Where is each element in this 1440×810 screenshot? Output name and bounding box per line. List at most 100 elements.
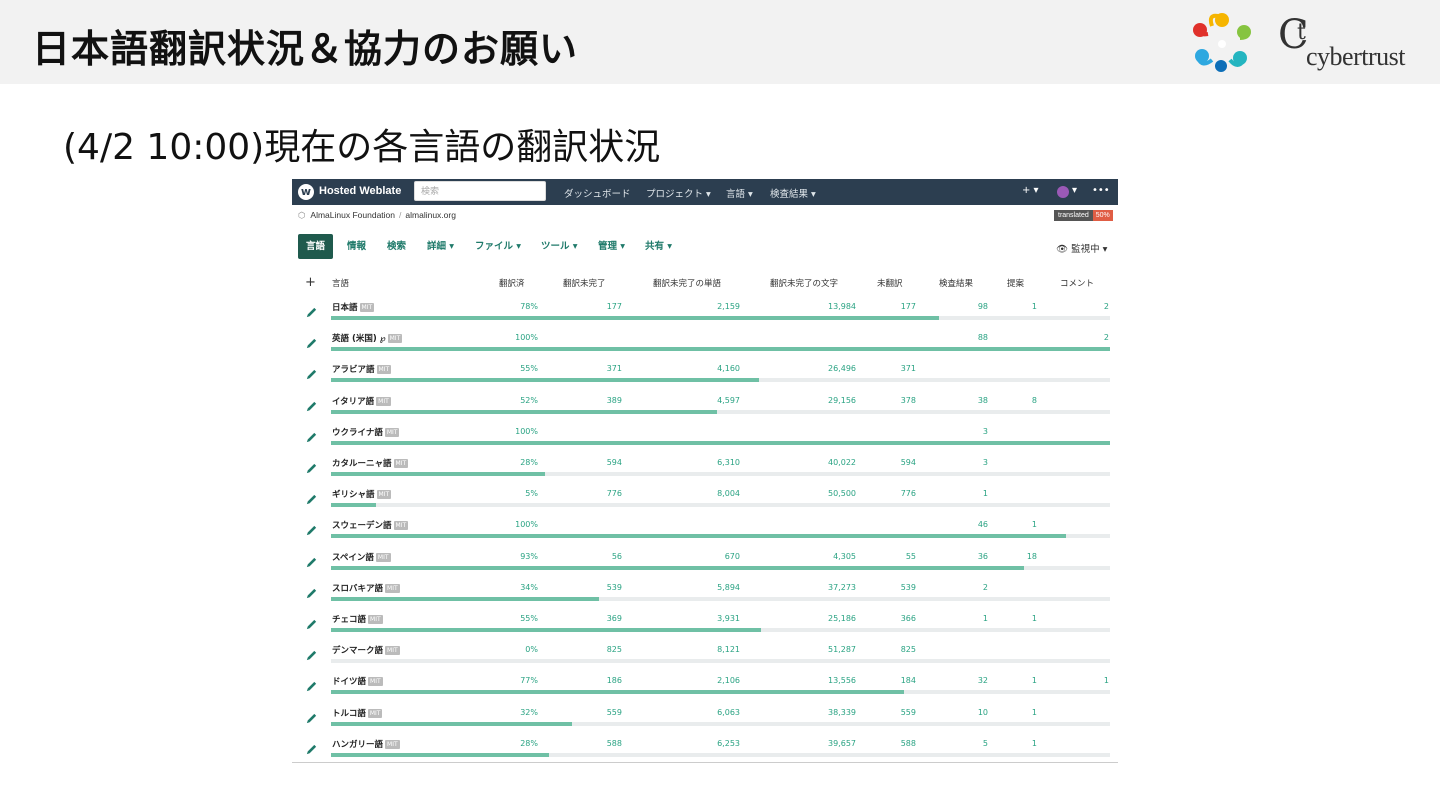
cell-checks[interactable]: 36	[978, 552, 988, 561]
cell-untranslated[interactable]: 371	[901, 364, 916, 373]
user-menu-caret[interactable]: ▾	[1072, 185, 1077, 196]
cell-suggestions[interactable]: 1	[1032, 520, 1037, 529]
language-name-link[interactable]: 英語 (米国) ℘ MIT	[332, 332, 403, 344]
cell-chars[interactable]: 39,657	[828, 739, 856, 748]
cell-chars[interactable]: 50,500	[828, 489, 856, 498]
cell-words[interactable]: 6,310	[717, 458, 740, 467]
cell-suggestions[interactable]: 1	[1032, 708, 1037, 717]
cell-chars[interactable]: 40,022	[828, 458, 856, 467]
cell-chars[interactable]: 29,156	[828, 396, 856, 405]
cell-unfinished[interactable]: 594	[607, 458, 622, 467]
cell-checks[interactable]: 5	[983, 739, 988, 748]
cell-untranslated[interactable]: 776	[901, 489, 916, 498]
cell-chars[interactable]: 13,556	[828, 676, 856, 685]
cell-checks[interactable]: 98	[978, 302, 988, 311]
cell-words[interactable]: 6,253	[717, 739, 740, 748]
cell-words[interactable]: 4,597	[717, 396, 740, 405]
cell-untranslated[interactable]: 366	[901, 614, 916, 623]
col-suggestions[interactable]: 提案	[1007, 277, 1024, 289]
cell-suggestions[interactable]: 1	[1032, 302, 1037, 311]
cell-chars[interactable]: 4,305	[833, 552, 856, 561]
nav-checks[interactable]: 検査結果 ▾	[770, 186, 816, 200]
language-name-link[interactable]: イタリア語 MIT	[332, 395, 391, 407]
edit-pencil-icon[interactable]	[305, 556, 318, 569]
edit-pencil-icon[interactable]	[305, 337, 318, 350]
weblate-logo-icon[interactable]: w	[298, 184, 314, 200]
table-row[interactable]: アラビア語 MIT 55% 371 4,160 26,496 371	[292, 361, 1118, 392]
table-row[interactable]: ウクライナ語 MIT 100% 3	[292, 424, 1118, 455]
more-menu-button[interactable]: •••	[1092, 185, 1110, 196]
col-unfinished-words[interactable]: 翻訳未完了の単語	[653, 277, 721, 289]
cell-chars[interactable]: 51,287	[828, 645, 856, 654]
col-unfinished-chars[interactable]: 翻訳未完了の文字	[770, 277, 838, 289]
table-row[interactable]: イタリア語 MIT 52% 389 4,597 29,156 378 38 8	[292, 393, 1118, 424]
cell-suggestions[interactable]: 18	[1027, 552, 1037, 561]
cell-untranslated[interactable]: 825	[901, 645, 916, 654]
nav-dashboard[interactable]: ダッシュボード	[564, 186, 631, 200]
tab-tools[interactable]: ツール ▾	[541, 234, 578, 259]
col-language[interactable]: 言語	[332, 277, 349, 289]
table-row[interactable]: 英語 (米国) ℘ MIT 100% 88 2	[292, 330, 1118, 361]
cell-suggestions[interactable]: 1	[1032, 739, 1037, 748]
cell-unfinished[interactable]: 177	[607, 302, 622, 311]
edit-pencil-icon[interactable]	[305, 743, 318, 756]
cell-words[interactable]: 3,931	[717, 614, 740, 623]
table-row[interactable]: デンマーク語 MIT 0% 825 8,121 51,287 825	[292, 642, 1118, 673]
tab-files[interactable]: ファイル ▾	[475, 234, 521, 259]
col-checks[interactable]: 検査結果	[939, 277, 973, 289]
cell-untranslated[interactable]: 55	[906, 552, 916, 561]
cell-words[interactable]: 670	[725, 552, 740, 561]
table-row[interactable]: ハンガリー語 MIT 28% 588 6,253 39,657 588 5 1	[292, 736, 1118, 762]
table-row[interactable]: ドイツ語 MIT 77% 186 2,106 13,556 184 32 1 1	[292, 673, 1118, 704]
language-name-link[interactable]: スウェーデン語 MIT	[332, 519, 409, 531]
tab-info[interactable]: 情報	[347, 234, 366, 259]
user-avatar[interactable]	[1057, 186, 1069, 198]
language-name-link[interactable]: ウクライナ語 MIT	[332, 426, 400, 438]
tab-manage[interactable]: 管理 ▾	[598, 234, 625, 259]
table-row[interactable]: ギリシャ語 MIT 5% 776 8,004 50,500 776 1	[292, 486, 1118, 517]
language-name-link[interactable]: カタルーニャ語 MIT	[332, 457, 409, 469]
breadcrumb-component[interactable]: almalinux.org	[405, 210, 456, 220]
cell-chars[interactable]: 26,496	[828, 364, 856, 373]
nav-projects[interactable]: プロジェクト ▾	[646, 186, 711, 200]
cell-words[interactable]: 2,106	[717, 676, 740, 685]
cell-unfinished[interactable]: 588	[607, 739, 622, 748]
cell-comments[interactable]: 2	[1104, 333, 1109, 342]
table-row[interactable]: スロバキア語 MIT 34% 539 5,894 37,273 539 2	[292, 580, 1118, 611]
cell-untranslated[interactable]: 184	[901, 676, 916, 685]
cell-unfinished[interactable]: 369	[607, 614, 622, 623]
tab-share[interactable]: 共有 ▾	[645, 234, 672, 259]
cell-unfinished[interactable]: 539	[607, 583, 622, 592]
cell-words[interactable]: 8,004	[717, 489, 740, 498]
language-name-link[interactable]: アラビア語 MIT	[332, 363, 392, 375]
cell-words[interactable]: 6,063	[717, 708, 740, 717]
col-unfinished[interactable]: 翻訳未完了	[563, 277, 606, 289]
cell-checks[interactable]: 46	[978, 520, 988, 529]
language-name-link[interactable]: ハンガリー語 MIT	[332, 738, 400, 750]
cell-untranslated[interactable]: 539	[901, 583, 916, 592]
translation-badge[interactable]: translated 50%	[1054, 210, 1113, 221]
cell-suggestions[interactable]: 1	[1032, 676, 1037, 685]
language-name-link[interactable]: スペイン語 MIT	[332, 551, 391, 563]
col-translated[interactable]: 翻訳済	[499, 277, 525, 289]
language-name-link[interactable]: 日本語 MIT	[332, 301, 375, 313]
col-untranslated[interactable]: 未翻訳	[877, 277, 903, 289]
edit-pencil-icon[interactable]	[305, 618, 318, 631]
cell-words[interactable]: 5,894	[717, 583, 740, 592]
edit-pencil-icon[interactable]	[305, 400, 318, 413]
cell-checks[interactable]: 3	[983, 427, 988, 436]
table-row[interactable]: スウェーデン語 MIT 100% 46 1	[292, 517, 1118, 548]
cell-unfinished[interactable]: 389	[607, 396, 622, 405]
table-row[interactable]: 日本語 MIT 78% 177 2,159 13,984 177 98 1 2	[292, 299, 1118, 330]
cell-untranslated[interactable]: 588	[901, 739, 916, 748]
language-name-link[interactable]: スロバキア語 MIT	[332, 582, 400, 594]
cell-unfinished[interactable]: 825	[607, 645, 622, 654]
cell-unfinished[interactable]: 776	[607, 489, 622, 498]
language-name-link[interactable]: チェコ語 MIT	[332, 613, 383, 625]
cell-checks[interactable]: 32	[978, 676, 988, 685]
cell-comments[interactable]: 1	[1104, 676, 1109, 685]
edit-pencil-icon[interactable]	[305, 712, 318, 725]
brand-link[interactable]: Hosted Weblate	[319, 185, 401, 197]
edit-pencil-icon[interactable]	[305, 462, 318, 475]
cell-chars[interactable]: 25,186	[828, 614, 856, 623]
